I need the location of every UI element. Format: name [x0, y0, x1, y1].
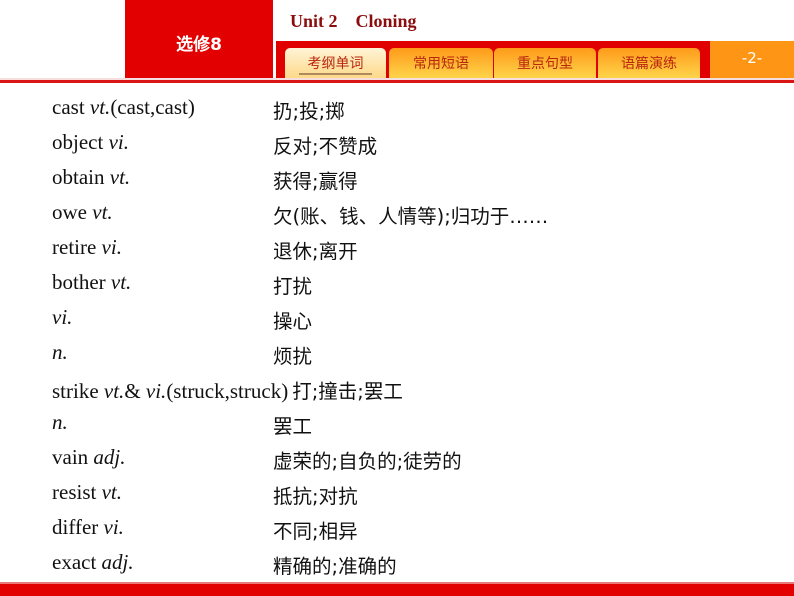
part-of-speech: vt. — [109, 165, 131, 189]
vocab-meaning: 虚荣的;自负的;徒劳的 — [273, 450, 462, 473]
page-number: -2- — [710, 41, 794, 78]
vocab-row: obtain vt. 获得;赢得 — [52, 165, 752, 200]
tab-common-phrases[interactable]: 常用短语 — [389, 48, 493, 78]
tab-label: 重点句型 — [517, 56, 573, 72]
vocab-meaning: 不同;相异 — [273, 520, 358, 543]
unit-title: Unit 2 Cloning — [290, 11, 417, 31]
vocab-meaning: 精确的;准确的 — [273, 555, 397, 578]
vocab-word: obtain — [52, 165, 110, 189]
tab-label: 考纲单词 — [307, 56, 364, 72]
vocab-meaning: 罢工 — [273, 415, 313, 438]
vocab-meaning: 打扰 — [273, 275, 313, 298]
vocab-meaning: 欠(账、钱、人情等);归功于…… — [273, 205, 549, 228]
vocab-row: resist vt. 抵抗;对抗 — [52, 480, 752, 515]
part-of-speech: vt. — [101, 480, 122, 504]
header-divider — [0, 80, 794, 83]
tab-key-words[interactable]: 考纲单词 — [285, 48, 386, 78]
vocab-row: vain adj. 虚荣的;自负的;徒劳的 — [52, 445, 752, 480]
tab-key-sentences[interactable]: 重点句型 — [494, 48, 596, 78]
part-of-speech: adj. — [101, 550, 134, 574]
part-of-speech: adj. — [93, 445, 126, 469]
vocab-word: differ — [52, 515, 104, 539]
vocab-row: strike vt.& vi.(struck,struck) 打;撞击;罢工 — [52, 375, 752, 410]
part-of-speech: vt. — [92, 200, 113, 224]
vocab-row: vi. 操心 — [52, 305, 752, 340]
part-of-speech: vt. — [89, 95, 111, 119]
part-of-speech: vi. — [103, 515, 124, 539]
tab-label: 语篇演练 — [621, 56, 677, 72]
part-of-speech: vi. — [52, 305, 73, 329]
vocab-meaning: 抵抗;对抗 — [273, 485, 358, 508]
word-forms: (cast,cast) — [110, 95, 195, 119]
footer-bar — [0, 584, 794, 596]
vocab-word: resist — [52, 480, 102, 504]
part-of-speech: n. — [52, 340, 68, 364]
vocab-word: owe — [52, 200, 93, 224]
part-of-speech: n. — [52, 410, 68, 434]
word-forms: (struck,struck) — [166, 379, 289, 403]
vocab-row: retire vi. 退休;离开 — [52, 235, 752, 270]
vocab-word: vain — [52, 445, 94, 469]
vocab-row: exact adj. 精确的;准确的 — [52, 550, 752, 585]
vocab-meaning: 打;撞击;罢工 — [292, 380, 403, 403]
active-tab-underline — [299, 73, 372, 75]
vocab-row: n. 罢工 — [52, 410, 752, 445]
vocab-meaning: 烦扰 — [273, 345, 313, 368]
vocabulary-list: cast vt.(cast,cast) 扔;投;掷 object vi. 反对;… — [52, 95, 752, 585]
vocab-meaning: 扔;投;掷 — [273, 100, 345, 123]
vocab-meaning: 获得;赢得 — [273, 170, 358, 193]
part-of-speech: vi. — [101, 235, 122, 259]
vocab-row: n. 烦扰 — [52, 340, 752, 375]
part-of-speech: vt. — [103, 379, 125, 403]
vocab-word: object — [52, 130, 109, 154]
part-of-speech: vt. — [110, 270, 132, 294]
section-tab-bar: 考纲单词 常用短语 重点句型 语篇演练 — [276, 41, 710, 78]
part-of-speech: vi. — [108, 130, 129, 154]
vocab-meaning: 反对;不赞成 — [273, 135, 378, 158]
vocab-meaning: 操心 — [273, 310, 313, 333]
vocab-word: strike — [52, 379, 104, 403]
vocab-row: object vi. 反对;不赞成 — [52, 130, 752, 165]
series-label: 选修8 — [125, 0, 273, 78]
vocab-row: owe vt. 欠(账、钱、人情等);归功于…… — [52, 200, 752, 235]
vocab-row: differ vi. 不同;相异 — [52, 515, 752, 550]
vocab-word: retire — [52, 235, 102, 259]
vocab-word: exact — [52, 550, 102, 574]
tab-text-practice[interactable]: 语篇演练 — [598, 48, 700, 78]
part-of-speech-2: vi. — [145, 379, 167, 403]
vocab-word: bother — [52, 270, 111, 294]
vocab-word: cast — [52, 95, 90, 119]
pos-joiner: & — [124, 379, 146, 403]
vocab-row: cast vt.(cast,cast) 扔;投;掷 — [52, 95, 752, 130]
vocab-row: bother vt. 打扰 — [52, 270, 752, 305]
tab-label: 常用短语 — [413, 56, 469, 72]
vocab-meaning: 退休;离开 — [273, 240, 358, 263]
